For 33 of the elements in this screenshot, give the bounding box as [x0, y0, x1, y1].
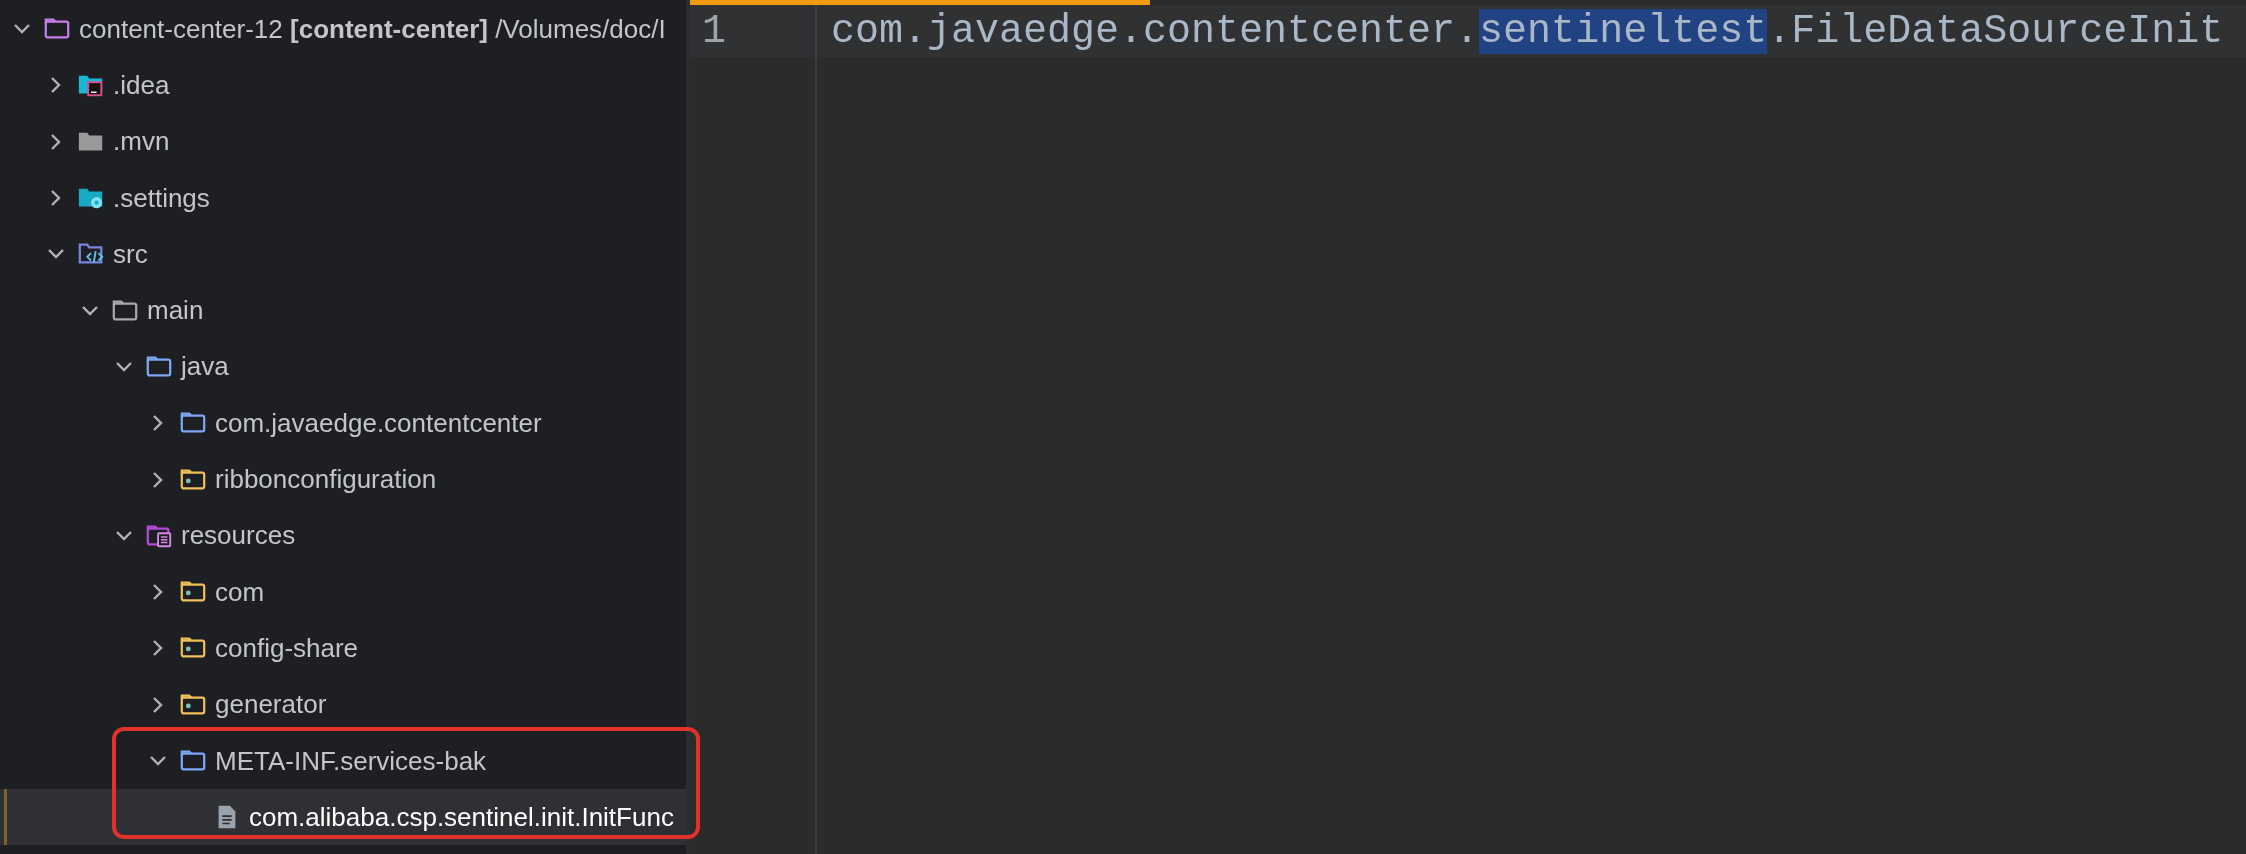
- tree-row[interactable]: com.javaedge.contentcenter: [0, 395, 686, 452]
- tree-item-label: java: [181, 351, 229, 383]
- tree-row[interactable]: generator: [0, 676, 686, 733]
- tree-item-label: com: [215, 576, 265, 608]
- tree-row[interactable]: com: [0, 563, 686, 621]
- tree-item-label: com.javaedge.contentcenter: [215, 407, 542, 439]
- tree-item-label: src: [113, 238, 148, 270]
- tree-row[interactable]: main: [0, 282, 686, 339]
- tree-row[interactable]: META-INF.services-bak: [0, 732, 686, 790]
- tree-row[interactable]: java: [0, 338, 686, 396]
- tree-item-label: main: [147, 295, 204, 327]
- tree-item-label: config-share: [215, 632, 359, 664]
- tree-item-label: ribbonconfiguration: [215, 464, 437, 495]
- tree-item-label: META-INF.services-bak: [215, 745, 487, 777]
- tree-row[interactable]: .idea: [0, 57, 686, 114]
- tree-row[interactable]: ribbonconfiguration: [0, 451, 686, 508]
- tree-row[interactable]: com.alibaba.csp.sentinel.init.InitFunc: [0, 789, 686, 846]
- tree-item-label: com.alibaba.csp.sentinel.init.InitFunc: [249, 801, 674, 833]
- tree-row[interactable]: content-center-12 [content-center] /Volumes/doc/I: [0, 1, 686, 58]
- code-line: com.javaedge.contentcenter.sentineltest.FileDataSourceInit: [831, 8, 2224, 54]
- selection-marker: [4, 789, 7, 846]
- tree-item-label: content-center-12 [content-center] /Volumes/doc/I: [79, 13, 666, 45]
- tree-item-label: .settings: [113, 182, 210, 214]
- tree-item-label: generator: [215, 689, 327, 721]
- tree-item-label: .mvn: [113, 126, 170, 158]
- tree-row[interactable]: resources: [0, 507, 686, 564]
- tree-row[interactable]: .settings: [0, 169, 686, 227]
- tree-row[interactable]: config-share: [0, 620, 686, 677]
- line-number: 1: [701, 8, 727, 54]
- tree-row[interactable]: src: [0, 226, 686, 283]
- tree-item-label: .idea: [113, 69, 170, 101]
- tree-row[interactable]: .mvn: [0, 113, 686, 170]
- tree-item-label: resources: [181, 520, 296, 552]
